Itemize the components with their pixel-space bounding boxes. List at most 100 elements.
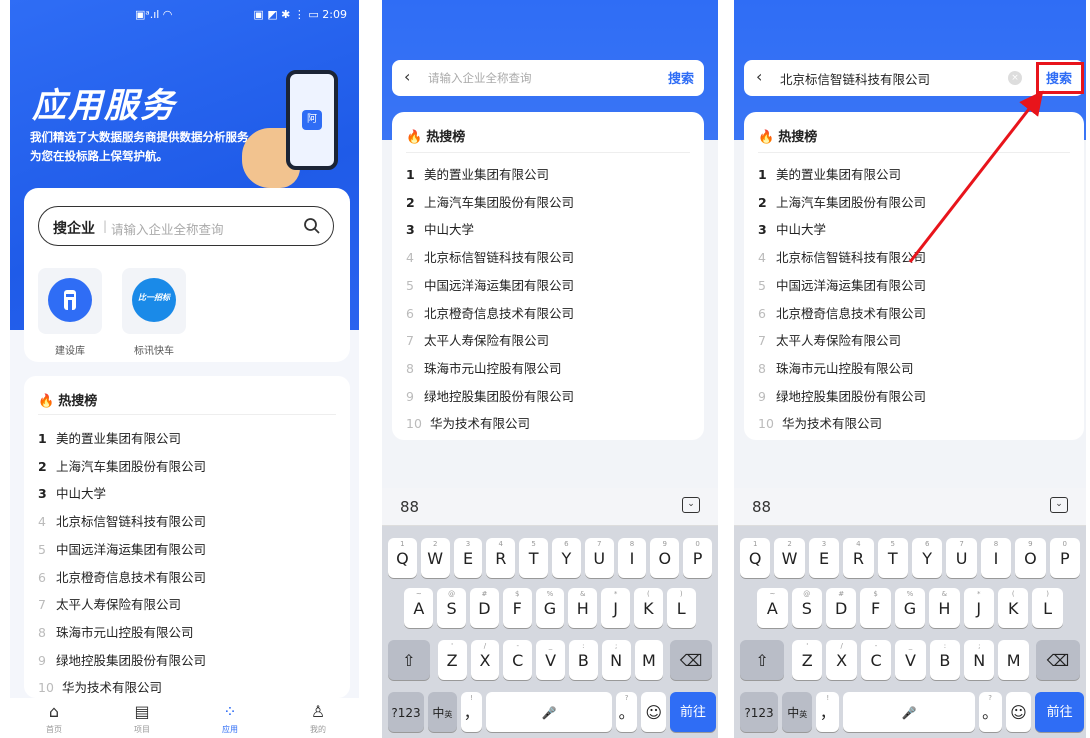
emoji-key[interactable]: ☺	[1005, 692, 1032, 732]
key-u[interactable]: 7U	[584, 538, 614, 578]
list-item[interactable]: 5 中国远洋海运集团有限公司	[406, 275, 574, 294]
key-d[interactable]: # D	[470, 588, 499, 628]
company-search-box[interactable]: 搜企业 | 请输入企业全称查询	[38, 206, 334, 246]
comma-key[interactable]: !，	[460, 692, 483, 732]
nav-home[interactable]: ⌂ 首页	[24, 702, 84, 735]
key-h[interactable]: & H	[929, 588, 960, 628]
period-key[interactable]: ?。	[978, 692, 1002, 732]
key-z[interactable]: ' Z	[792, 640, 823, 680]
key-s[interactable]: @ S	[437, 588, 466, 628]
numbers-key[interactable]: ?123	[740, 692, 778, 732]
key-u[interactable]: 7U	[946, 538, 977, 578]
back-icon[interactable]: ‹	[404, 67, 410, 86]
key-o[interactable]: 9O	[1015, 538, 1046, 578]
shift-key[interactable]: ⇧	[388, 640, 430, 680]
key-z[interactable]: ' Z	[437, 640, 467, 680]
key-x[interactable]: / X	[470, 640, 500, 680]
key-i[interactable]: 8I	[980, 538, 1012, 578]
list-item[interactable]: 10 华为技术有限公司	[406, 413, 530, 432]
comma-key[interactable]: !，	[816, 692, 840, 732]
list-item[interactable]: 5 中国远洋海运集团有限公司	[38, 539, 206, 558]
key-s[interactable]: @ S	[791, 588, 822, 628]
backspace-key[interactable]: ⌫	[670, 640, 712, 680]
language-key[interactable]: 中英	[428, 692, 457, 732]
space-key[interactable]: 🎤	[486, 692, 612, 732]
app-tile-biaoxun[interactable]: 比一招标	[122, 268, 186, 334]
key-t[interactable]: 5T	[519, 538, 548, 578]
list-item[interactable]: 1 美的置业集团有限公司	[406, 164, 549, 183]
key-g[interactable]: % G	[535, 588, 565, 628]
list-item[interactable]: 3 中山大学	[38, 483, 106, 502]
space-key[interactable]: 🎤	[843, 692, 975, 732]
enter-key[interactable]: 前往	[1035, 692, 1084, 732]
key-l[interactable]: ) L	[1032, 588, 1063, 628]
key-c[interactable]: -C	[503, 640, 533, 680]
list-item[interactable]: 4 北京标信智链科技有限公司	[406, 247, 574, 266]
grid-icon[interactable]: 88	[752, 498, 771, 516]
key-q[interactable]: 1Q	[388, 538, 417, 578]
key-t[interactable]: 5T	[877, 538, 908, 578]
list-item[interactable]: 7 太平人寿保险有限公司	[406, 330, 549, 349]
key-h[interactable]: & H	[568, 588, 598, 628]
key-d[interactable]: # D	[826, 588, 857, 628]
nav-projects[interactable]: ▤ 项目	[112, 702, 172, 735]
nav-profile[interactable]: ♙ 我的	[288, 702, 348, 735]
key-j[interactable]: * J	[963, 588, 994, 628]
key-b[interactable]: :B	[568, 640, 598, 680]
key-r[interactable]: 4R	[486, 538, 516, 578]
key-o[interactable]: 9O	[650, 538, 680, 578]
key-j[interactable]: * J	[601, 588, 630, 628]
list-item[interactable]: 2 上海汽车集团股份有限公司	[38, 456, 206, 475]
key-q[interactable]: 1Q	[740, 538, 771, 578]
numbers-key[interactable]: ?123	[388, 692, 424, 732]
list-item[interactable]: 9 绿地控股集团股份有限公司	[38, 650, 206, 669]
search-icon[interactable]	[303, 217, 321, 235]
key-y[interactable]: 6Y	[912, 538, 943, 578]
list-item[interactable]: 9 绿地控股集团股份有限公司	[406, 386, 574, 405]
key-y[interactable]: 6Y	[552, 538, 581, 578]
search-input[interactable]: 请输入企业全称查询	[428, 70, 532, 86]
key-e[interactable]: 3E	[453, 538, 483, 578]
key-i[interactable]: 8I	[617, 538, 647, 578]
key-m[interactable]: M	[634, 640, 664, 680]
backspace-key[interactable]: ⌫	[1035, 640, 1080, 680]
key-k[interactable]: (K	[634, 588, 663, 628]
app-tile-jianshe[interactable]	[38, 268, 102, 334]
search-button[interactable]: 搜索	[668, 68, 694, 87]
emoji-key[interactable]: ☺	[641, 692, 666, 732]
key-a[interactable]: ~ A	[757, 588, 788, 628]
list-item[interactable]: 8 珠海市元山控股有限公司	[38, 622, 194, 641]
hide-keyboard-icon[interactable]: ⌄	[1050, 497, 1068, 513]
list-item[interactable]: 6 北京橙奇信息技术有限公司	[406, 303, 574, 322]
key-v[interactable]: _ V	[536, 640, 565, 680]
nav-apps[interactable]: ⁘ 应用	[200, 702, 260, 735]
enter-key[interactable]: 前往	[669, 692, 716, 732]
key-n[interactable]: ; N	[964, 640, 995, 680]
key-v[interactable]: _ V	[895, 640, 926, 680]
key-m[interactable]: M	[998, 640, 1029, 680]
key-w[interactable]: 2W	[774, 538, 805, 578]
key-k[interactable]: (K	[998, 588, 1029, 628]
key-r[interactable]: 4R	[843, 538, 874, 578]
list-item[interactable]: 10 华为技术有限公司	[38, 677, 162, 696]
grid-icon[interactable]: 88	[400, 498, 419, 516]
key-n[interactable]: ; N	[601, 640, 631, 680]
key-c[interactable]: -C	[860, 640, 892, 680]
key-g[interactable]: % G	[894, 588, 926, 628]
list-item[interactable]: 7 太平人寿保险有限公司	[38, 594, 181, 613]
language-key[interactable]: 中英	[782, 692, 813, 732]
key-x[interactable]: / X	[826, 640, 857, 680]
list-item[interactable]: 6 北京橙奇信息技术有限公司	[38, 567, 206, 586]
key-b[interactable]: :B	[929, 640, 961, 680]
key-e[interactable]: 3E	[808, 538, 840, 578]
hide-keyboard-icon[interactable]: ⌄	[682, 497, 700, 513]
key-p[interactable]: 0P	[1049, 538, 1080, 578]
key-p[interactable]: 0P	[683, 538, 712, 578]
list-item[interactable]: 1 美的置业集团有限公司	[38, 428, 181, 447]
period-key[interactable]: ?。	[615, 692, 638, 732]
key-f[interactable]: $ F	[860, 588, 891, 628]
list-item[interactable]: 3 中山大学	[406, 219, 474, 238]
shift-key[interactable]: ⇧	[740, 640, 785, 680]
key-a[interactable]: ~ A	[404, 588, 434, 628]
key-f[interactable]: $ F	[502, 588, 532, 628]
